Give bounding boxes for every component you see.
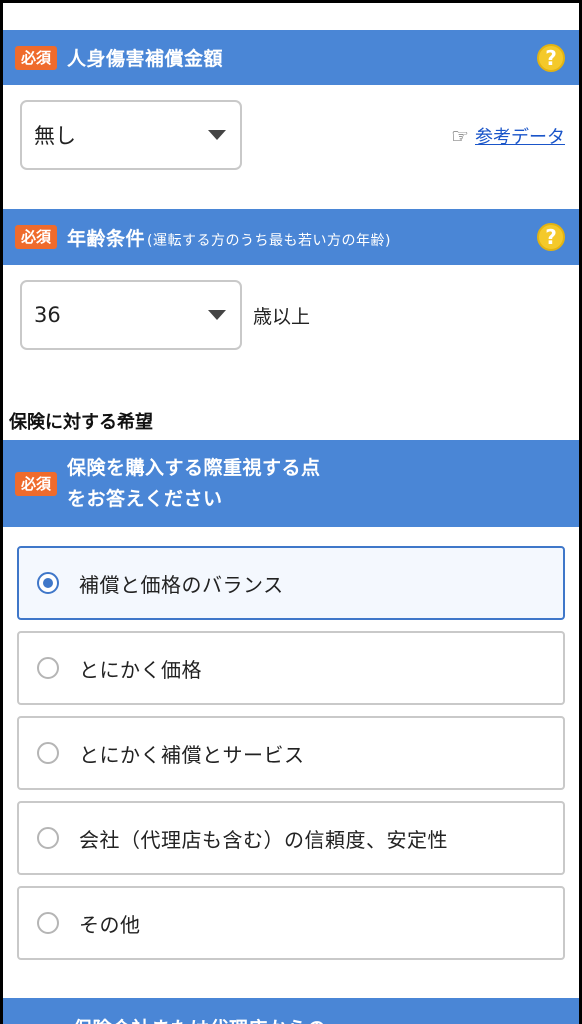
age-condition-subtitle: (運転する方のうち最も若い方の年齢) [147, 232, 391, 249]
radio-unselected[interactable] [37, 827, 59, 849]
option-reliability[interactable]: 会社（代理店も含む）の信頼度、安定性 [17, 801, 565, 875]
radio-unselected[interactable] [37, 742, 59, 764]
radio-unselected[interactable] [37, 657, 59, 679]
help-icon[interactable]: ? [537, 43, 565, 72]
pointing-hand-icon: ☞ [451, 124, 469, 148]
section-title: 保険に対する希望 [9, 412, 153, 433]
option-other[interactable]: その他 [17, 886, 565, 960]
chevron-down-icon [208, 310, 226, 320]
option-label: その他 [79, 912, 141, 937]
required-badge: 必須 [15, 225, 58, 249]
option-label: 補償と価格のバランス [79, 572, 284, 597]
option-label: とにかく補償とサービス [79, 742, 305, 767]
option-label: 会社（代理店も含む）の信頼度、安定性 [79, 827, 448, 852]
radio-selected[interactable] [37, 572, 59, 594]
age-condition-header: 必須 年齢条件 (運転する方のうち最も若い方の年齢) ? [3, 209, 579, 265]
age-unit-label: 歳以上 [253, 306, 311, 328]
age-condition-title-text: 年齢条件 [67, 227, 146, 250]
next-section-header: 保険会社または代理店からの [3, 998, 579, 1024]
option-price[interactable]: とにかく価格 [17, 631, 565, 705]
reference-data-link[interactable]: 参考データ [475, 123, 565, 149]
radio-unselected[interactable] [37, 912, 59, 934]
personal-injury-header: 必須 人身傷害補償金額 ? [3, 30, 579, 85]
required-badge: 必須 [15, 471, 58, 496]
personal-injury-title: 人身傷害補償金額 [67, 48, 224, 70]
age-condition-title: 年齢条件 (運転する方のうち最も若い方の年齢) [67, 224, 391, 251]
age-select-value: 36 [34, 303, 61, 327]
option-balance[interactable]: 補償と価格のバランス [17, 546, 565, 620]
form-frame: 必須 人身傷害補償金額 ? 無し ☞ 参考データ 必須 年齢条件 (運転する方のう… [0, 0, 582, 1024]
chevron-down-icon [208, 130, 226, 140]
personal-injury-select[interactable]: 無し [20, 100, 242, 170]
priority-question: 保険を購入する際重視する点 をお答えください [67, 453, 321, 515]
priority-question-line2: をお答えください [67, 487, 223, 510]
age-select[interactable]: 36 [20, 280, 242, 350]
priority-question-header: 必須 保険を購入する際重視する点 をお答えください [3, 440, 579, 527]
reference-data-link-group[interactable]: ☞ 参考データ [451, 123, 565, 149]
required-badge: 必須 [15, 45, 58, 70]
radio-dot [43, 578, 53, 588]
personal-injury-select-value: 無し [34, 124, 76, 148]
next-section-title: 保険会社または代理店からの [73, 1014, 327, 1024]
help-icon[interactable]: ? [537, 223, 565, 251]
priority-question-line1: 保険を購入する際重視する点 [67, 456, 321, 479]
option-coverage-service[interactable]: とにかく補償とサービス [17, 716, 565, 790]
option-label: とにかく価格 [79, 657, 202, 682]
